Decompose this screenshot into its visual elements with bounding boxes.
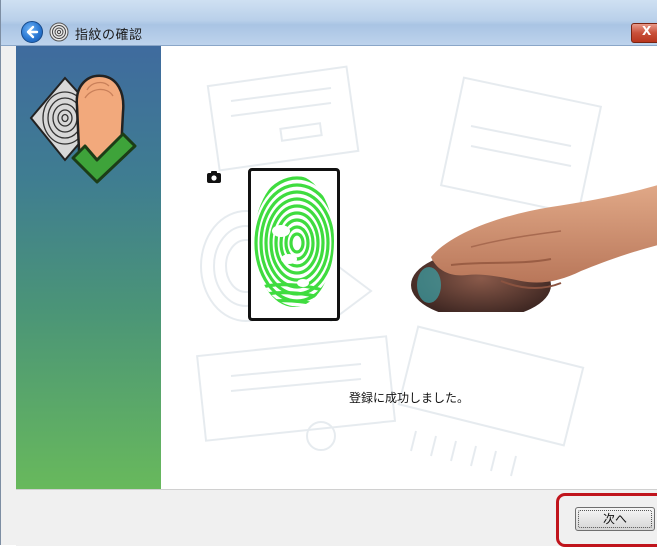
back-button[interactable] bbox=[21, 21, 43, 43]
fingerprint-scan-icon bbox=[254, 175, 334, 307]
next-button[interactable]: 次へ bbox=[575, 507, 655, 531]
close-label: X bbox=[642, 24, 652, 38]
hand-scanner-image bbox=[411, 185, 657, 312]
window-left-edge bbox=[1, 46, 16, 545]
fingerprint-check-icon bbox=[29, 74, 137, 184]
close-button[interactable]: X bbox=[631, 23, 657, 43]
fingerprint-verify-window: 指紋の確認 X 登録に成功しました。 次へ bbox=[0, 0, 657, 547]
back-arrow-icon bbox=[26, 25, 39, 39]
status-message: 登録に成功しました。 bbox=[349, 391, 470, 405]
fingerprint-icon bbox=[49, 22, 69, 42]
hand-on-scanner-photo bbox=[411, 185, 657, 312]
title-bar: 指紋の確認 X bbox=[1, 0, 657, 46]
window-title: 指紋の確認 bbox=[75, 28, 143, 43]
camera-icon bbox=[207, 171, 221, 183]
fingerprint-scan-image bbox=[248, 168, 340, 321]
